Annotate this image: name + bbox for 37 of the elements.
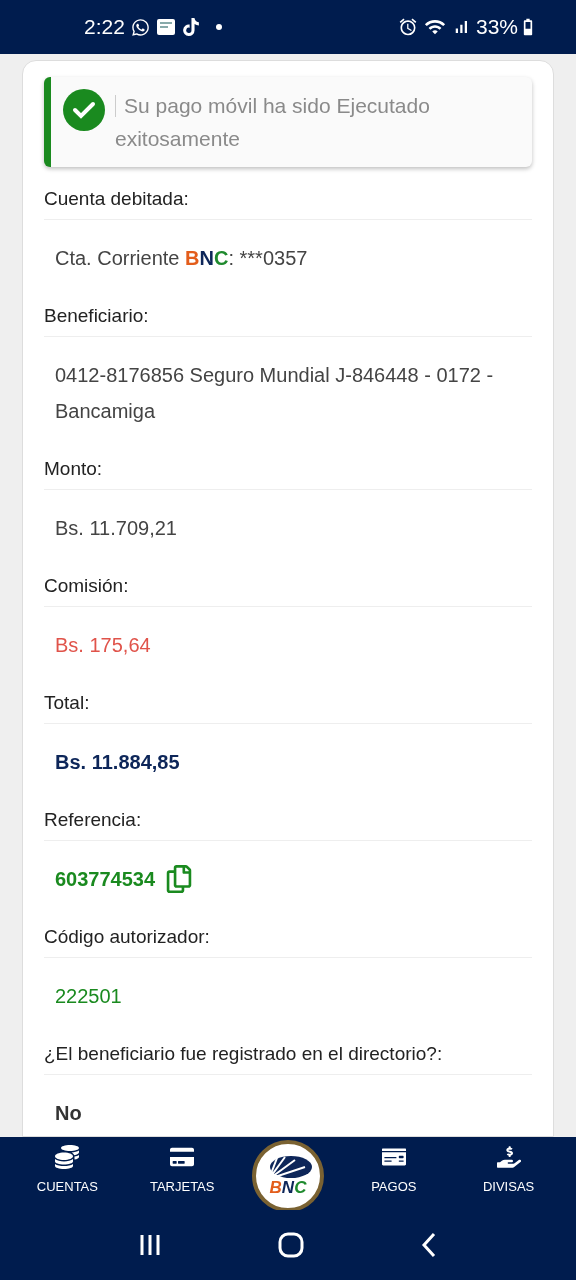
field-label: Referencia: bbox=[44, 800, 532, 841]
field-value: Bs. 11.709,21 bbox=[55, 516, 177, 541]
field-value: 603774534 bbox=[55, 867, 156, 892]
field-value: 0412-8176856 Seguro Mundial J-846448 - 0172 - Bancamiga bbox=[55, 363, 495, 424]
field-label: Beneficiario: bbox=[44, 296, 532, 337]
check-circle-icon bbox=[63, 89, 105, 131]
chat-icon bbox=[130, 17, 150, 37]
hand-dollar-icon bbox=[496, 1145, 521, 1169]
field-value: No bbox=[55, 1101, 82, 1126]
alarm-icon bbox=[397, 17, 418, 37]
notification-icon bbox=[155, 18, 176, 36]
status-time: 2:22 bbox=[84, 15, 125, 39]
field-value: Bs. 175,64 bbox=[55, 633, 151, 658]
field-value: Bs. 11.884,85 bbox=[55, 750, 180, 775]
notification-dot-icon bbox=[215, 24, 222, 30]
copy-icon[interactable] bbox=[165, 865, 194, 893]
field-label: Total: bbox=[44, 683, 532, 724]
nav-tab[interactable]: DIVISAS bbox=[463, 1137, 554, 1194]
field-label: Comisión: bbox=[44, 566, 532, 607]
field-value: Cta. Corriente BNC: ***0357 bbox=[55, 246, 308, 271]
field-label: Monto: bbox=[44, 449, 532, 490]
nav-tab[interactable]: PAGOS bbox=[348, 1137, 439, 1194]
music-note-icon bbox=[181, 18, 200, 36]
back-icon[interactable] bbox=[420, 1232, 438, 1258]
credit-card-icon bbox=[170, 1145, 195, 1169]
nav-tab[interactable]: CUENTAS bbox=[22, 1137, 113, 1194]
recent-apps-icon[interactable] bbox=[138, 1233, 162, 1257]
field-label: Cuenta debitada: bbox=[44, 179, 532, 220]
nav-tab[interactable]: TARJETAS bbox=[137, 1137, 228, 1194]
field-value: 222501 bbox=[55, 984, 122, 1009]
bank-logo-button[interactable]: BNC bbox=[252, 1140, 324, 1212]
home-icon[interactable] bbox=[278, 1232, 304, 1258]
battery-percentage: 33% bbox=[475, 15, 518, 39]
alert-message: Su pago móvil ha sido Ejecutado exitosamente bbox=[115, 93, 431, 152]
coins-icon bbox=[55, 1145, 80, 1169]
field-label: Código autorizador: bbox=[44, 917, 532, 958]
field-label: ¿El beneficiario fue registrado en el directorio?: bbox=[44, 1034, 532, 1075]
